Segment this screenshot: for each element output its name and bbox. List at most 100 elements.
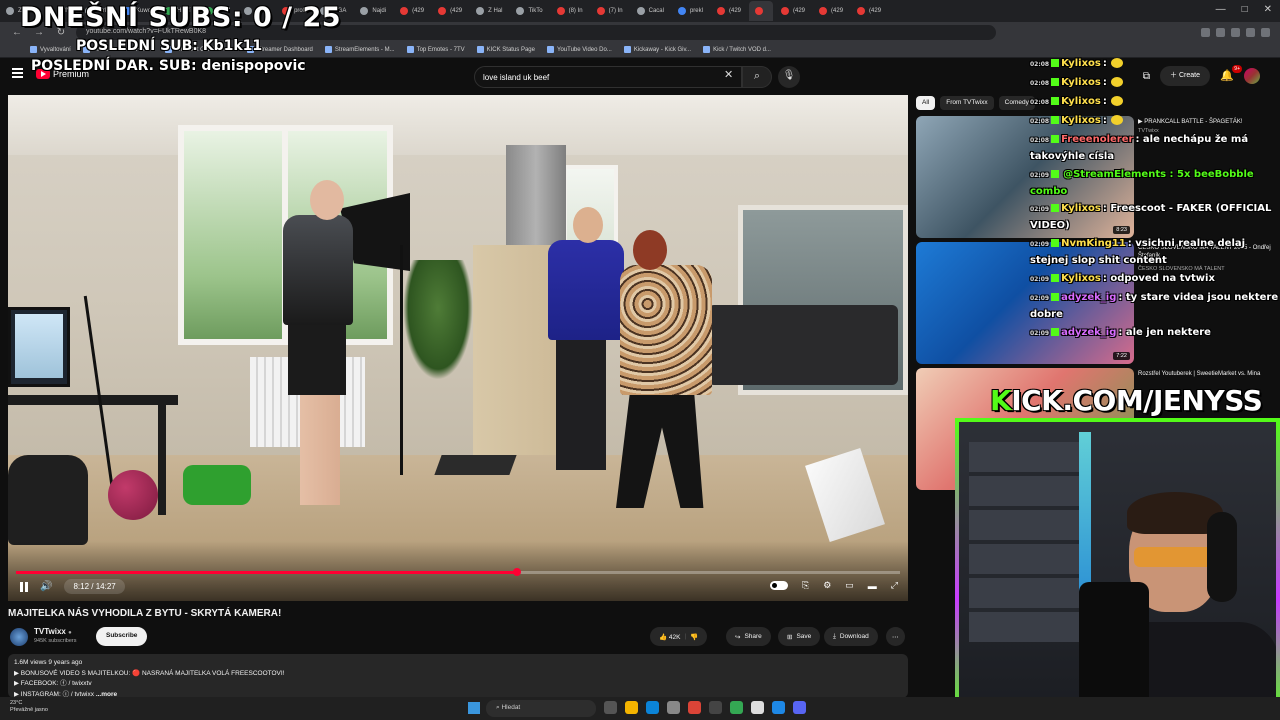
filter-chip[interactable]: From TVTwixx bbox=[940, 96, 994, 110]
bookmark-item[interactable]: Kick / Twitch VOD d... bbox=[703, 46, 771, 53]
browser-tab[interactable]: prekl bbox=[672, 1, 709, 21]
progress-bar[interactable] bbox=[16, 568, 900, 576]
chat-username: adyzek_ig bbox=[1061, 292, 1117, 303]
browser-tab[interactable]: (7) In bbox=[591, 1, 629, 21]
like-count: 42K bbox=[668, 633, 681, 641]
browser-tab[interactable]: (429 bbox=[432, 1, 468, 21]
hamburger-menu-icon[interactable] bbox=[12, 68, 23, 78]
browser-tab[interactable]: (429 bbox=[775, 1, 811, 21]
chat-username: NvmKing11 bbox=[1061, 238, 1126, 249]
chrome-icon[interactable] bbox=[688, 701, 701, 714]
thumbs-down-icon[interactable]: 👎 bbox=[690, 633, 698, 641]
minimize-icon[interactable]: — bbox=[1216, 4, 1226, 15]
voice-search-button[interactable]: 🎙 bbox=[778, 66, 800, 88]
chat-message: 02:08 Kylixos: bbox=[1030, 56, 1280, 73]
person-3-head bbox=[633, 230, 667, 270]
chat-timestamp: 02:09 bbox=[1030, 241, 1050, 248]
browser-tab[interactable]: Z Hal bbox=[470, 1, 508, 21]
browser-tab[interactable]: (429 bbox=[711, 1, 747, 21]
channel-name[interactable]: TVTwixx ● bbox=[34, 627, 72, 636]
theater-mode-icon[interactable]: ▬ bbox=[868, 581, 877, 591]
autoplay-toggle[interactable] bbox=[770, 581, 788, 590]
filter-chip[interactable]: All bbox=[916, 96, 936, 110]
chat-text: @StreamElements : 5x beeBobble combo bbox=[1030, 169, 1254, 197]
app-icon[interactable] bbox=[709, 701, 722, 714]
save-button[interactable]: ⊞ Save bbox=[778, 627, 821, 646]
taskbar-search[interactable]: ⌕ Hledat bbox=[486, 700, 596, 717]
browser-tab[interactable]: Najdi bbox=[354, 1, 392, 21]
bookmark-icon bbox=[476, 46, 484, 53]
tab-favicon-icon bbox=[677, 7, 686, 15]
browser-tab[interactable] bbox=[749, 1, 773, 21]
file-explorer-icon[interactable] bbox=[625, 701, 638, 714]
tab-label: (429 bbox=[412, 8, 425, 14]
app-icon[interactable] bbox=[730, 701, 743, 714]
person-1-shorts bbox=[288, 325, 346, 395]
bookmark-item[interactable]: Top Emotes - 7TV bbox=[406, 46, 465, 53]
search-button[interactable]: ⌕ bbox=[742, 66, 772, 88]
divider: | bbox=[684, 633, 687, 640]
tab-label: Cacal bbox=[648, 8, 664, 14]
app-icon[interactable] bbox=[751, 701, 764, 714]
extension-icon[interactable] bbox=[1246, 27, 1255, 37]
subscriber-count: 945K subscribers bbox=[34, 638, 77, 644]
more-actions-button[interactable]: ⋯ bbox=[886, 627, 905, 646]
browser-tab[interactable]: (429 bbox=[394, 1, 430, 21]
miniplayer-icon[interactable]: ▭ bbox=[845, 580, 854, 591]
download-button[interactable]: ⤓ Download bbox=[824, 627, 878, 646]
browser-tab[interactable]: Cacal bbox=[631, 1, 670, 21]
subs-goal-overlay: DNEŠNÍ SUBS: 0 / 25 bbox=[20, 2, 342, 33]
bookmark-item[interactable]: YouTube Video Do... bbox=[547, 46, 612, 53]
save-label: Save bbox=[796, 633, 812, 640]
close-window-icon[interactable]: ✕ bbox=[1264, 4, 1272, 15]
discord-icon[interactable] bbox=[793, 701, 806, 714]
download-icon: ⤓ bbox=[833, 632, 836, 640]
extension-icon[interactable] bbox=[1231, 27, 1240, 37]
bookmark-item[interactable]: KICK Status Page bbox=[476, 46, 535, 53]
volume-icon[interactable]: 🔊 bbox=[40, 581, 52, 592]
start-button[interactable] bbox=[468, 702, 480, 714]
bookmark-label: Vyvaltování bbox=[40, 46, 71, 53]
edge-icon[interactable] bbox=[646, 701, 659, 714]
chat-username: Kylixos bbox=[1061, 273, 1101, 284]
subscribe-button[interactable]: Subscribe bbox=[96, 627, 148, 646]
weather-widget[interactable]: 23°C Převážně jasno bbox=[10, 700, 48, 714]
clear-search-icon[interactable]: ✕ bbox=[724, 68, 733, 81]
browser-tab[interactable]: (429 bbox=[813, 1, 849, 21]
bookmark-label: StreamElements - M... bbox=[334, 46, 395, 53]
store-icon[interactable] bbox=[667, 701, 680, 714]
extension-icon[interactable] bbox=[1216, 27, 1225, 37]
pause-icon[interactable] bbox=[20, 581, 28, 592]
app-icon[interactable] bbox=[772, 701, 785, 714]
chat-username: Kylixos bbox=[1061, 115, 1101, 126]
streamer-webcam bbox=[955, 418, 1280, 720]
search-input[interactable]: love island uk beef bbox=[474, 66, 742, 88]
fullscreen-icon[interactable]: ⤢ bbox=[891, 580, 898, 591]
bookmark-icon bbox=[703, 46, 711, 53]
browser-tab[interactable]: TikTo bbox=[510, 1, 548, 21]
kick-badge-icon bbox=[1051, 293, 1060, 301]
chat-emote-icon bbox=[1110, 115, 1123, 125]
browser-tab[interactable]: (8) In bbox=[551, 1, 589, 21]
window-controls: — □ ✕ bbox=[1216, 4, 1272, 15]
like-button[interactable]: 👍 42K bbox=[659, 633, 680, 641]
share-button[interactable]: ↪ Share bbox=[726, 627, 771, 646]
extension-icon[interactable] bbox=[1261, 27, 1270, 37]
video-player[interactable]: 🔊 8:12 / 14:27 ⎘ ⚙ ▭ ▬ ⤢ bbox=[8, 95, 908, 601]
description-box[interactable]: 1.6M views 9 years ago ▶ BONUSOVÉ VIDEO … bbox=[8, 654, 908, 698]
bookmark-icon bbox=[30, 46, 37, 53]
captions-icon[interactable]: ⎘ bbox=[802, 580, 809, 591]
extension-icon[interactable] bbox=[1201, 27, 1210, 37]
channel-avatar[interactable] bbox=[10, 628, 28, 646]
player-controls-left: 🔊 8:12 / 14:27 bbox=[20, 579, 125, 594]
bookmark-item[interactable]: Vyvaltování bbox=[30, 46, 71, 53]
chat-message: 02:09 adyzek_ig: ty stare videa jsou nekt… bbox=[1030, 290, 1280, 323]
task-view-icon[interactable] bbox=[604, 701, 617, 714]
recommendation-title[interactable]: Rozstřel Youtuberek | SweetieMarket vs. … bbox=[1138, 370, 1272, 378]
chat-text: : ale jen nektere bbox=[1118, 327, 1211, 338]
settings-gear-icon[interactable]: ⚙ bbox=[823, 580, 831, 591]
browser-tab[interactable]: (429 bbox=[851, 1, 887, 21]
bookmark-item[interactable]: Kickaway - Kick Giv... bbox=[623, 46, 691, 53]
maximize-icon[interactable]: □ bbox=[1242, 4, 1248, 15]
bookmark-item[interactable]: StreamElements - M... bbox=[324, 46, 395, 53]
